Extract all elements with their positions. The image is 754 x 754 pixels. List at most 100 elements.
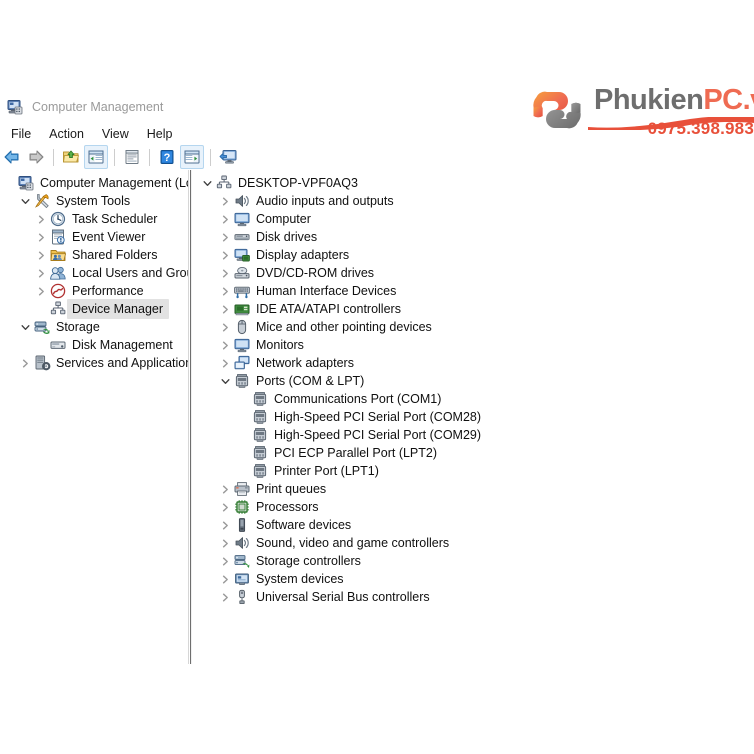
- device-tree-item-label: High-Speed PCI Serial Port (COM29): [269, 426, 481, 444]
- tree-indent: [196, 552, 218, 570]
- device-tree-item-disk-drives[interactable]: Disk drives: [196, 228, 754, 246]
- console-tree-item-task-scheduler[interactable]: Task Scheduler: [0, 210, 188, 228]
- console-tree-item-event-viewer[interactable]: Event Viewer: [0, 228, 188, 246]
- chevron-right-icon[interactable]: [218, 192, 233, 210]
- chevron-right-icon[interactable]: [218, 552, 233, 570]
- chevron-right-icon[interactable]: [218, 588, 233, 606]
- up-one-level-button[interactable]: [60, 146, 82, 168]
- chevron-right-icon[interactable]: [34, 264, 49, 282]
- tree-expander-empty: [236, 462, 251, 480]
- chevron-right-icon[interactable]: [18, 354, 33, 372]
- device-tree-item-ports-com-lpt[interactable]: Ports (COM & LPT): [196, 372, 754, 390]
- device-tree-item-communications-port-com1[interactable]: Communications Port (COM1): [196, 390, 754, 408]
- chevron-right-icon[interactable]: [34, 210, 49, 228]
- back-button[interactable]: [1, 146, 23, 168]
- device-tree-item-label: Communications Port (COM1): [269, 390, 441, 408]
- computer-management-icon: [7, 99, 23, 115]
- device-tree-item-system-devices[interactable]: System devices: [196, 570, 754, 588]
- chevron-right-icon[interactable]: [218, 264, 233, 282]
- chevron-down-icon[interactable]: [218, 372, 233, 390]
- show-hide-console-tree-button[interactable]: [84, 145, 108, 169]
- device-tree-item-high-speed-pci-serial-port-com28[interactable]: High-Speed PCI Serial Port (COM28): [196, 408, 754, 426]
- chevron-right-icon[interactable]: [218, 210, 233, 228]
- chevron-right-icon[interactable]: [218, 300, 233, 318]
- device-tree-item-display-adapters[interactable]: Display adapters: [196, 246, 754, 264]
- tree-expander-empty: [34, 300, 49, 318]
- device-tree-item-high-speed-pci-serial-port-com29[interactable]: High-Speed PCI Serial Port (COM29): [196, 426, 754, 444]
- tree-indent: [0, 228, 34, 246]
- device-tree-item-computer[interactable]: Computer: [196, 210, 754, 228]
- chevron-right-icon[interactable]: [218, 246, 233, 264]
- menu-help[interactable]: Help: [138, 125, 182, 143]
- device-tree-item-label: Mice and other pointing devices: [251, 318, 432, 336]
- tree-expander-empty: [236, 426, 251, 444]
- device-tree-item-label: Software devices: [251, 516, 351, 534]
- chevron-down-icon[interactable]: [200, 174, 215, 192]
- device-tree-item-monitors[interactable]: Monitors: [196, 336, 754, 354]
- device-manager-pane: DESKTOP-VPF0AQ3 Audio inputs and outputs…: [196, 174, 754, 664]
- chevron-right-icon[interactable]: [218, 318, 233, 336]
- device-tree-item-pci-ecp-parallel-port-lpt2[interactable]: PCI ECP Parallel Port (LPT2): [196, 444, 754, 462]
- chevron-right-icon[interactable]: [218, 228, 233, 246]
- network-adapter-icon: [233, 354, 251, 372]
- scan-hardware-changes-button[interactable]: [217, 146, 239, 168]
- device-tree-item-audio-inputs-and-outputs[interactable]: Audio inputs and outputs: [196, 192, 754, 210]
- port-icon: [251, 426, 269, 444]
- chevron-right-icon[interactable]: [218, 336, 233, 354]
- action-pane-icon: [184, 149, 200, 165]
- storage-controller-icon: [233, 552, 251, 570]
- usb-icon: [233, 588, 251, 606]
- device-tree-item-processors[interactable]: Processors: [196, 498, 754, 516]
- brand-text-phukien: Phukien: [594, 84, 703, 116]
- device-tree-item-network-adapters[interactable]: Network adapters: [196, 354, 754, 372]
- chevron-right-icon[interactable]: [218, 480, 233, 498]
- chevron-right-icon[interactable]: [218, 516, 233, 534]
- console-tree-item-local-users-and-groups[interactable]: Local Users and Groups: [0, 264, 188, 282]
- device-tree-item-printer-port-lpt1[interactable]: Printer Port (LPT1): [196, 462, 754, 480]
- device-tree-item-human-interface-devices[interactable]: Human Interface Devices: [196, 282, 754, 300]
- device-tree-item-ide-ata-atapi-controllers[interactable]: IDE ATA/ATAPI controllers: [196, 300, 754, 318]
- console-tree-item-performance[interactable]: Performance: [0, 282, 188, 300]
- chevron-right-icon[interactable]: [34, 228, 49, 246]
- console-tree-item-disk-management[interactable]: Disk Management: [0, 336, 188, 354]
- chevron-right-icon[interactable]: [34, 282, 49, 300]
- console-tree-item-storage[interactable]: Storage: [0, 318, 188, 336]
- monitor-scan-icon: [219, 148, 237, 166]
- chevron-right-icon[interactable]: [218, 534, 233, 552]
- help-button[interactable]: ?: [156, 146, 178, 168]
- pane-splitter[interactable]: [188, 170, 192, 664]
- device-tree-item-label: Storage controllers: [251, 552, 361, 570]
- forward-button[interactable]: [25, 146, 47, 168]
- device-tree-item-storage-controllers[interactable]: Storage controllers: [196, 552, 754, 570]
- device-tree-item-label: Disk drives: [251, 228, 317, 246]
- tree-indent: [196, 570, 218, 588]
- device-tree-item-desktop-vpf0aq3[interactable]: DESKTOP-VPF0AQ3: [196, 174, 754, 192]
- tree-indent: [196, 498, 218, 516]
- chevron-right-icon[interactable]: [218, 282, 233, 300]
- device-tree-item-mice-and-other-pointing-devices[interactable]: Mice and other pointing devices: [196, 318, 754, 336]
- chevron-down-icon[interactable]: [18, 318, 33, 336]
- chevron-right-icon[interactable]: [218, 354, 233, 372]
- console-tree-item-shared-folders[interactable]: Shared Folders: [0, 246, 188, 264]
- console-tree-item-label: Performance: [67, 282, 144, 300]
- device-tree-item-universal-serial-bus-controllers[interactable]: Universal Serial Bus controllers: [196, 588, 754, 606]
- console-tree-item-services-and-applications[interactable]: Services and Applications: [0, 354, 188, 372]
- services-apps-icon: [33, 354, 51, 372]
- chevron-down-icon[interactable]: [18, 192, 33, 210]
- console-tree-item-computer-management-local[interactable]: Computer Management (Local: [0, 174, 188, 192]
- device-tree-item-dvd-cd-rom-drives[interactable]: DVD/CD-ROM drives: [196, 264, 754, 282]
- chevron-right-icon[interactable]: [218, 498, 233, 516]
- console-tree-item-system-tools[interactable]: System Tools: [0, 192, 188, 210]
- chevron-right-icon[interactable]: [218, 570, 233, 588]
- menu-view[interactable]: View: [93, 125, 138, 143]
- device-tree-item-print-queues[interactable]: Print queues: [196, 480, 754, 498]
- menu-action[interactable]: Action: [40, 125, 93, 143]
- console-tree-item-device-manager[interactable]: Device Manager: [0, 300, 188, 318]
- chevron-right-icon[interactable]: [34, 246, 49, 264]
- properties-button[interactable]: [121, 146, 143, 168]
- back-arrow-icon: [3, 148, 21, 166]
- show-hide-action-pane-button[interactable]: [180, 145, 204, 169]
- device-tree-item-sound-video-and-game-controllers[interactable]: Sound, video and game controllers: [196, 534, 754, 552]
- menu-file[interactable]: File: [2, 125, 40, 143]
- device-tree-item-software-devices[interactable]: Software devices: [196, 516, 754, 534]
